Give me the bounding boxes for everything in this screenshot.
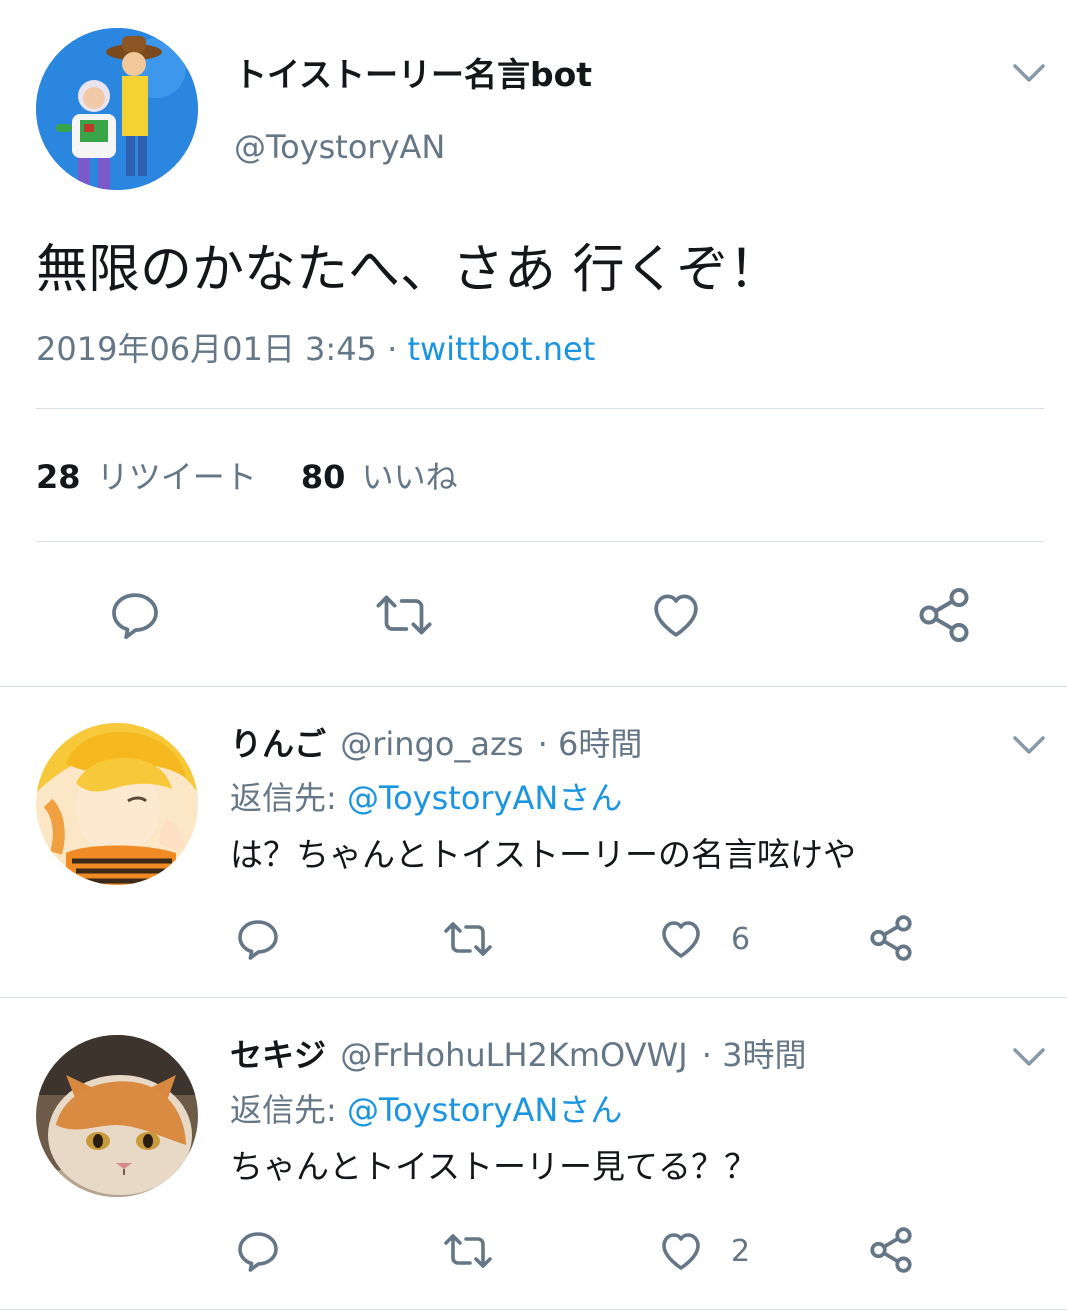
share-icon[interactable] — [914, 585, 974, 645]
meta-separator: · — [387, 330, 398, 368]
like-icon[interactable] — [647, 587, 705, 643]
divider-reply-2 — [0, 1309, 1067, 1310]
reply-like-icon[interactable] — [656, 1227, 706, 1275]
retweet-label[interactable]: リツイート — [97, 458, 257, 496]
reply-to-link[interactable]: @ToystoryANさん — [347, 779, 622, 817]
divider-stats — [36, 541, 1044, 542]
like-label[interactable]: いいね — [362, 458, 458, 496]
retweet-count[interactable]: 28 — [36, 458, 81, 496]
main-handle[interactable]: @ToystoryAN — [234, 126, 445, 168]
main-timestamp[interactable]: 2019年06月01日 3:45 — [36, 330, 377, 368]
main-display-name[interactable]: トイストーリー名言bot — [234, 54, 592, 96]
reply-to-prefix: 返信先: — [230, 1091, 337, 1129]
reply-like-count[interactable]: 6 — [731, 922, 750, 958]
divider-reply-1 — [0, 997, 1067, 998]
reply-handle[interactable]: @FrHohuLH2KmOVWJ — [340, 1036, 687, 1074]
reply-display-name[interactable]: セキジ — [230, 1036, 326, 1074]
reply-time[interactable]: · 6時間 — [538, 725, 643, 763]
reply-handle[interactable]: @ringo_azs — [340, 725, 523, 763]
reply-text: ちゃんとトイストーリー見てる？？ — [230, 1147, 758, 1186]
reply-reply-icon[interactable] — [234, 915, 282, 963]
reply-share-icon[interactable] — [866, 1225, 916, 1275]
main-tweet-text: 無限のかなたへ、さあ 行くぞ！ — [36, 240, 781, 300]
reply-avatar[interactable] — [36, 723, 198, 885]
reply-retweet-icon[interactable] — [441, 915, 495, 963]
reply-text: は？ちゃんとトイストーリーの名言呟けや — [230, 835, 857, 874]
reply-avatar[interactable] — [36, 1035, 198, 1197]
reply-retweet-icon[interactable] — [441, 1227, 495, 1275]
reply-time[interactable]: · 3時間 — [702, 1036, 807, 1074]
main-chevron-down-icon[interactable] — [1011, 58, 1047, 88]
reply-display-name[interactable]: りんご — [230, 725, 326, 763]
reply-chevron-down-icon[interactable] — [1011, 1042, 1047, 1072]
divider-main-end — [0, 686, 1067, 687]
like-count[interactable]: 80 — [301, 458, 346, 496]
retweet-icon[interactable] — [373, 587, 435, 643]
reply-share-icon[interactable] — [866, 913, 916, 963]
reply-like-count[interactable]: 2 — [731, 1234, 750, 1270]
reply-reply-icon[interactable] — [234, 1227, 282, 1275]
reply-to-link[interactable]: @ToystoryANさん — [347, 1091, 622, 1129]
main-avatar[interactable] — [36, 28, 198, 190]
reply-chevron-down-icon[interactable] — [1011, 730, 1047, 760]
reply-to-prefix: 返信先: — [230, 779, 337, 817]
divider-top — [36, 408, 1044, 409]
reply-like-icon[interactable] — [656, 915, 706, 963]
reply-icon[interactable] — [107, 587, 163, 643]
source-link[interactable]: twittbot.net — [407, 330, 595, 368]
